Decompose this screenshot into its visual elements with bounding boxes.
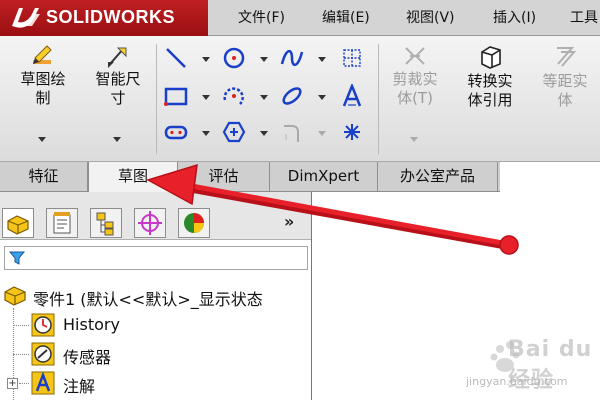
convert-entities-button[interactable]: 转换实 体引用 — [452, 44, 528, 110]
filter-row[interactable] — [4, 246, 308, 270]
part-tree-icon — [7, 215, 29, 235]
configuration-manager-tab[interactable] — [90, 208, 122, 238]
property-manager-tab[interactable] — [46, 208, 78, 238]
annotation-a-icon — [31, 371, 55, 395]
display-pie-icon — [184, 213, 204, 233]
history-clock-icon — [31, 313, 55, 337]
trim-dropdown[interactable] — [410, 137, 418, 142]
sensor-gauge-icon — [31, 342, 55, 366]
watermark-url: jingyan.baidu.com — [466, 375, 568, 388]
sketch-button[interactable]: 草图绘 制 — [8, 44, 78, 108]
part-icon — [4, 286, 26, 306]
toolbar-separator — [156, 44, 157, 154]
offset-entities-button[interactable]: 等距实 体 — [530, 44, 600, 110]
property-list-icon — [53, 212, 71, 234]
feature-tree-tab[interactable] — [2, 208, 34, 238]
filter-funnel-icon[interactable] — [9, 250, 25, 266]
smart-dimension-dropdown[interactable] — [113, 137, 121, 142]
title-menu-bar: SOLIDWORKS 文件(F) 编辑(E) 视图(V) 插入(I) 工具 — [0, 0, 600, 36]
menu-file[interactable]: 文件(F) — [238, 7, 285, 27]
polygon-icon[interactable] — [222, 120, 246, 144]
panel-tab-bar: » — [0, 192, 311, 240]
tab-evaluate[interactable]: 评估 — [178, 162, 270, 192]
smart-dimension-button[interactable]: 智能尺 寸 — [82, 44, 154, 108]
fillet-dropdown[interactable] — [318, 131, 326, 136]
solidworks-logo[interactable]: SOLIDWORKS — [0, 0, 208, 36]
sketch-dropdown[interactable] — [38, 137, 46, 142]
part-root-node[interactable]: 零件1 (默认<<默认>_显示状态 — [33, 286, 263, 310]
dimxpert-manager-tab[interactable] — [134, 208, 166, 238]
tree-connector — [13, 325, 29, 326]
tree-item-sensors[interactable]: 传感器 — [63, 344, 111, 368]
point-icon[interactable] — [340, 120, 364, 144]
ellipse-dropdown[interactable] — [318, 95, 326, 100]
slot-dropdown[interactable] — [202, 131, 210, 136]
circle-icon[interactable] — [222, 46, 246, 70]
display-manager-tab[interactable] — [178, 208, 210, 238]
tab-sketch[interactable]: 草图 — [88, 162, 178, 193]
tab-dimxpert[interactable]: DimXpert — [270, 162, 378, 192]
plane-grid-icon[interactable] — [340, 46, 364, 70]
logo-text: SOLIDWORKS — [46, 7, 175, 27]
slot-icon[interactable] — [164, 120, 188, 144]
arc-dropdown[interactable] — [260, 95, 268, 100]
tree-connector — [13, 354, 29, 355]
circle-dropdown[interactable] — [260, 57, 268, 62]
toolbar-separator — [378, 44, 379, 154]
arc-icon[interactable] — [222, 84, 246, 108]
ds-logo-icon — [12, 8, 40, 28]
polygon-dropdown[interactable] — [260, 131, 268, 136]
menu-insert[interactable]: 插入(I) — [493, 7, 536, 27]
line-icon[interactable] — [164, 46, 188, 70]
rectangle-icon[interactable] — [164, 84, 188, 108]
offset-icon — [557, 47, 577, 67]
text-a-icon[interactable] — [340, 84, 364, 108]
menu-view[interactable]: 视图(V) — [406, 7, 455, 27]
sketch-pencil-icon — [33, 45, 52, 64]
trim-icon — [405, 47, 425, 65]
feature-manager-panel: » 零件1 (默认<<默认>_显示状态 History 传感器 + 注解 — [0, 192, 312, 400]
spline-dropdown[interactable] — [318, 57, 326, 62]
fillet-icon[interactable] — [280, 120, 304, 144]
trim-entities-button[interactable]: 剪裁实 体(T) — [380, 44, 450, 108]
ellipse-icon[interactable] — [280, 84, 304, 108]
rectangle-dropdown[interactable] — [202, 95, 210, 100]
tab-office-products[interactable]: 办公室产品 — [378, 162, 498, 192]
tree-item-annotations[interactable]: 注解 — [63, 373, 95, 397]
more-tabs-button[interactable]: » — [284, 212, 294, 231]
spline-icon[interactable] — [280, 46, 304, 70]
line-dropdown[interactable] — [202, 57, 210, 62]
tree-connector — [19, 383, 29, 384]
convert-entities-icon — [481, 46, 501, 69]
smart-dimension-icon — [108, 47, 127, 68]
menu-tools[interactable]: 工具 — [570, 7, 598, 27]
tree-item-history[interactable]: History — [63, 315, 120, 334]
configuration-icon — [96, 212, 114, 236]
command-manager-tabs: 特征 草图 评估 DimXpert 办公室产品 — [0, 162, 600, 193]
annotations-expander[interactable]: + — [7, 378, 18, 389]
dimxpert-target-icon — [138, 211, 162, 235]
tab-features[interactable]: 特征 — [0, 162, 88, 192]
menu-edit[interactable]: 编辑(E) — [322, 7, 370, 27]
